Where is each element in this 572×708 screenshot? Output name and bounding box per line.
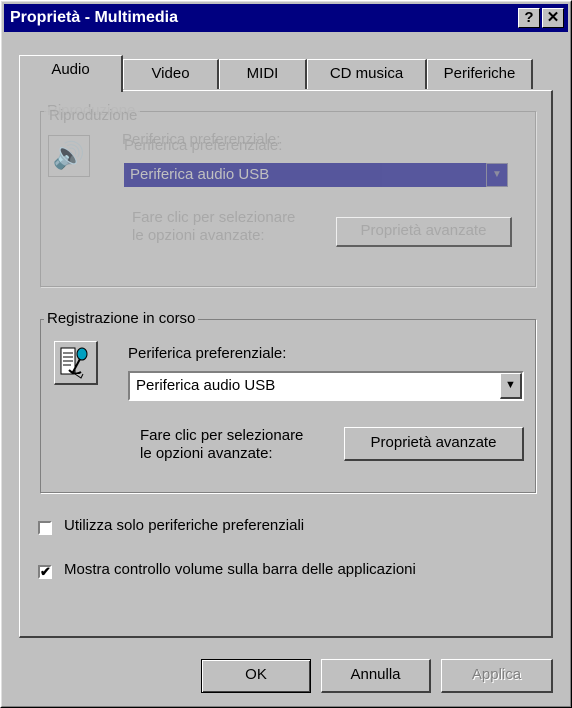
- window-title: Proprietà - Multimedia: [10, 9, 179, 26]
- recording-group-label: Registrazione in corso: [44, 310, 199, 327]
- recording-help-text-1: Fare clic per selezionare: [140, 427, 304, 444]
- playback-device-value: Periferica audio USB: [130, 166, 270, 183]
- playback-group-label-echo: Riproduzione: [46, 107, 141, 124]
- recording-help-text-2: le opzioni avanzate:: [140, 445, 273, 462]
- multimedia-properties-window: Proprietà - Multimedia ? ✕ Audio Video M…: [0, 0, 572, 708]
- tab-video[interactable]: Video: [123, 59, 219, 89]
- tab-midi[interactable]: MIDI: [219, 59, 307, 89]
- playback-dropdown-arrow-icon[interactable]: ▼: [486, 163, 508, 187]
- recording-device-label: Periferica preferenziale:: [128, 345, 287, 362]
- show-volume-label[interactable]: Mostra controllo volume sulla barra dell…: [64, 561, 416, 578]
- close-button[interactable]: ✕: [542, 8, 564, 28]
- recording-dropdown-arrow-icon[interactable]: ▼: [500, 373, 522, 399]
- recording-device-select[interactable]: Periferica audio USB ▼: [128, 371, 524, 401]
- preferred-only-label[interactable]: Utilizza solo periferiche preferenziali: [64, 517, 304, 534]
- playback-help-text-2: le opzioni avanzate:: [132, 227, 265, 244]
- title-bar[interactable]: Proprietà - Multimedia ? ✕: [4, 4, 568, 32]
- cancel-button[interactable]: Annulla: [321, 659, 431, 693]
- preferred-only-checkbox[interactable]: [38, 521, 52, 535]
- recording-advanced-button[interactable]: Proprietà avanzate: [344, 427, 524, 461]
- speaker-icon: 🔊: [48, 135, 90, 177]
- microphone-icon: [54, 341, 98, 385]
- recording-device-value: Periferica audio USB: [136, 377, 276, 394]
- ok-button[interactable]: OK: [201, 659, 311, 693]
- audio-tab-panel: Riproduzione Riproduzione 🔊 Periferica p…: [19, 90, 553, 638]
- playback-advanced-button[interactable]: Proprietà avanzate: [336, 217, 512, 247]
- tab-cd-musica[interactable]: CD musica: [307, 59, 427, 89]
- playback-groupbox: [40, 111, 536, 287]
- playback-device-select[interactable]: Periferica audio USB: [124, 163, 508, 187]
- show-volume-checkbox[interactable]: ✔: [38, 565, 52, 579]
- tab-audio[interactable]: Audio: [19, 55, 123, 92]
- playback-help-text-1: Fare clic per selezionare: [132, 209, 296, 226]
- playback-device-label-echo: Periferica preferenziale:: [124, 137, 283, 154]
- help-button[interactable]: ?: [518, 8, 540, 28]
- apply-button[interactable]: Applica: [441, 659, 553, 693]
- tab-periferiche[interactable]: Periferiche: [427, 59, 533, 89]
- recording-groupbox: [40, 319, 536, 493]
